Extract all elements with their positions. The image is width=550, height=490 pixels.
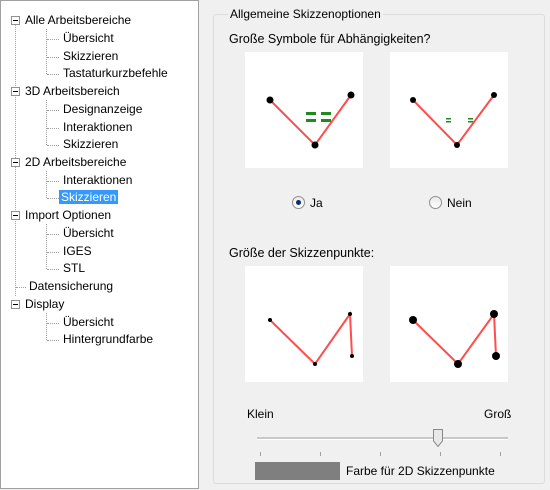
tree-connector: [16, 287, 26, 288]
tree-item-uebersicht[interactable]: Übersicht: [61, 30, 116, 47]
tree-branch-line: [46, 171, 47, 198]
large-points-preview-graphic: [409, 310, 500, 368]
small-points-preview-graphic: [268, 311, 354, 366]
collapse-icon[interactable]: [11, 16, 20, 25]
tree-group-3d-arbeitsbereich[interactable]: 3D Arbeitsbereich: [23, 83, 122, 100]
slider-min-label: Klein: [247, 407, 274, 421]
tree-item-skizzieren-selected[interactable]: Skizzieren: [59, 189, 119, 206]
tree-item-interaktionen[interactable]: Interaktionen: [61, 172, 134, 189]
point-size-label: Größe der Skizzenpunkte:: [229, 246, 375, 260]
large-symbols-preview: [245, 52, 363, 168]
tree-item-skizzieren[interactable]: Skizzieren: [61, 136, 120, 153]
collapse-icon[interactable]: [11, 87, 20, 96]
tree-item-skizzieren[interactable]: Skizzieren: [61, 48, 120, 65]
tree-item-datensicherung[interactable]: Datensicherung: [27, 278, 115, 295]
radio-yes-label[interactable]: Ja: [310, 196, 323, 210]
group-title: Allgemeine Skizzenoptionen: [228, 7, 383, 21]
point-color-swatch[interactable]: [255, 462, 340, 480]
constraint-symbols-label: Große Symbole für Abhängigkeiten?: [229, 32, 431, 46]
slider-tick: [500, 452, 501, 456]
tree-item-tastaturkurzbefehle[interactable]: Tastaturkurzbefehle: [61, 65, 170, 82]
point-size-slider-track[interactable]: [257, 437, 508, 440]
collapse-icon[interactable]: [11, 300, 20, 309]
tree-connector: [47, 252, 59, 253]
tree-connector: [47, 74, 59, 75]
tree-group-2d-arbeitsbereiche[interactable]: 2D Arbeitsbereiche: [23, 154, 128, 171]
slider-tick: [260, 452, 261, 456]
tree-item-stl[interactable]: STL: [61, 260, 87, 277]
collapse-icon[interactable]: [11, 211, 20, 220]
tree-item-uebersicht[interactable]: Übersicht: [61, 314, 116, 331]
tree-item-hintergrundfarbe[interactable]: Hintergrundfarbe: [61, 331, 155, 348]
tree-connector: [47, 110, 59, 111]
tree-item-uebersicht[interactable]: Übersicht: [61, 225, 116, 242]
tree-item-interaktionen[interactable]: Interaktionen: [61, 119, 134, 136]
tree-connector: [47, 145, 59, 146]
tree-branch-line: [46, 100, 47, 145]
radio-yes[interactable]: [292, 196, 305, 209]
tree-item-iges[interactable]: IGES: [61, 243, 94, 260]
large-symbols-preview-graphic: [266, 91, 355, 149]
tree-connector: [47, 323, 59, 324]
options-tree: Alle Arbeitsbereiche Übersicht Skizziere…: [0, 0, 199, 489]
tree-connector: [47, 340, 59, 341]
slider-tick: [320, 452, 321, 456]
slider-tick: [440, 452, 441, 456]
tree-group-import-optionen[interactable]: Import Optionen: [23, 207, 113, 224]
point-color-label: Farbe für 2D Skizzenpunkte: [346, 464, 495, 478]
tree-connector: [47, 234, 59, 235]
large-points-preview: [390, 266, 508, 382]
tree-connector: [47, 57, 59, 58]
point-size-slider-thumb[interactable]: [433, 429, 443, 447]
tree-connector: [47, 269, 59, 270]
tree-connector: [47, 128, 59, 129]
tree-item-designanzeige[interactable]: Designanzeige: [61, 101, 144, 118]
radio-no-label[interactable]: Nein: [447, 196, 472, 210]
collapse-icon[interactable]: [11, 158, 20, 167]
radio-no[interactable]: [429, 196, 442, 209]
tree-branch-line: [46, 313, 47, 340]
tree-branch-line: [46, 29, 47, 74]
small-symbols-preview: [390, 52, 508, 168]
tree-branch-line: [46, 224, 47, 269]
tree-connector: [47, 198, 59, 199]
tree-group-alle-arbeitsbereiche[interactable]: Alle Arbeitsbereiche: [23, 12, 133, 29]
tree-connector: [47, 181, 59, 182]
tree-connector: [47, 39, 59, 40]
small-symbols-preview-graphic: [410, 92, 497, 148]
small-points-preview: [245, 266, 363, 382]
slider-tick: [380, 452, 381, 456]
slider-max-label: Groß: [484, 407, 512, 421]
tree-group-display[interactable]: Display: [23, 296, 66, 313]
